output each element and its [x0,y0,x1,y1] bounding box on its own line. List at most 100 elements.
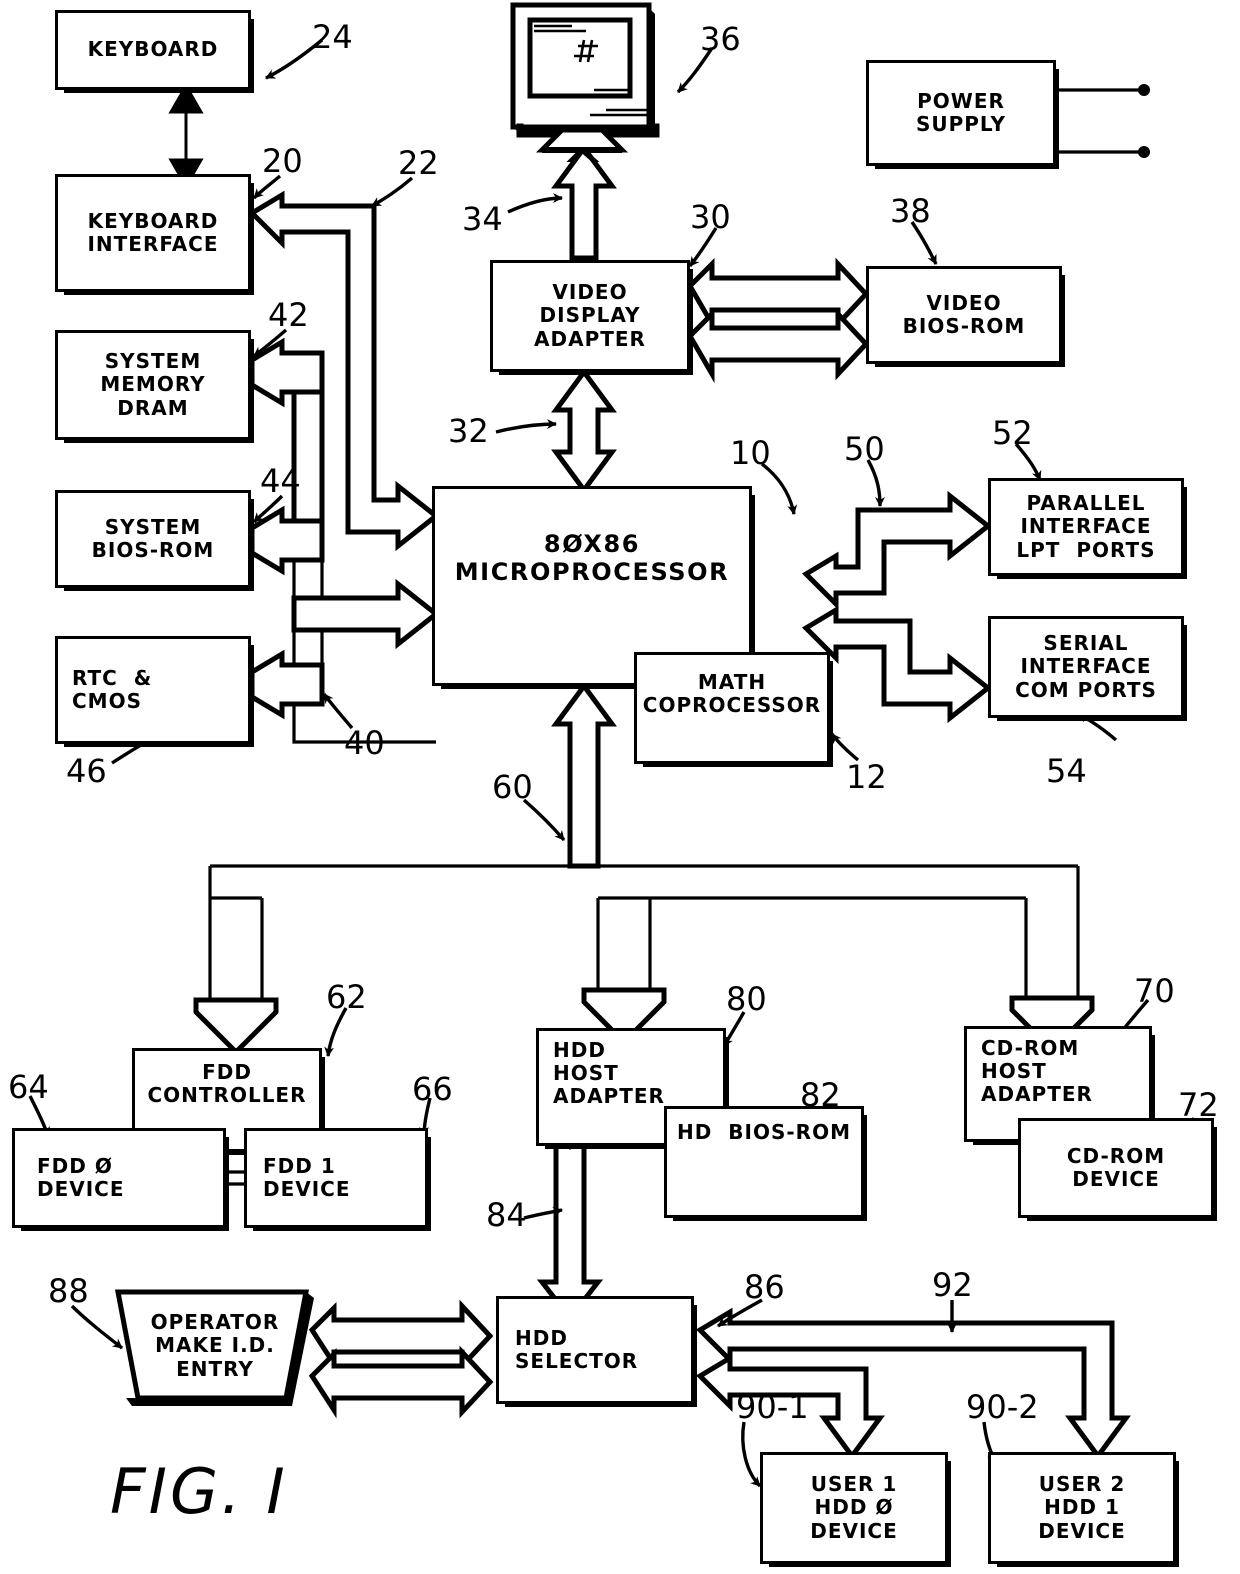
block-hdd-selector[interactable]: HDD SELECTOR [496,1296,697,1407]
block-video-bios-rom[interactable]: VIDEO BIOS-ROM [866,266,1065,367]
ref-12: 12 [846,758,887,796]
ref-90-2: 90-2 [966,1388,1039,1426]
keyboard-link [168,82,204,190]
parallel-label-3: LPT PORTS [1016,537,1156,562]
block-fdd-0-device[interactable]: FDD Ø DEVICE [12,1128,229,1231]
user-select-bus-92 [695,1307,1131,1461]
ref-72: 72 [1178,1086,1219,1124]
hdd-host-label-2: HOST [553,1061,619,1086]
hdd-selector-label-2: SELECTOR [515,1349,639,1373]
io-bus-50 [801,490,993,724]
ref-60: 60 [492,768,533,806]
ref-52: 52 [992,414,1033,452]
cdrom-host-label-2: HOST [981,1059,1047,1084]
system-bios-label-2: BIOS-ROM [91,538,215,562]
patent-figure-sheet: .hollow { fill:#fff; stroke:#000; stroke… [0,0,1240,1574]
power-supply-label-1: POWER [917,88,1005,113]
keyboard-interface-label-2: INTERFACE [87,232,219,256]
serial-label-3: COM PORTS [1015,677,1157,702]
cdrom-host-label-1: CD-ROM [981,1036,1080,1060]
block-rtc-cmos[interactable]: RTC & CMOS [55,636,254,747]
system-memory-label-1: SYSTEM [104,349,202,374]
fdd-controller-label-1: FDD [202,1060,252,1084]
ref-44: 44 [260,462,301,500]
user1-label-1: USER 1 [810,1472,898,1497]
user2-label-3: DEVICE [1038,1518,1126,1543]
video-bus-32 [551,367,617,495]
cpu-label-2: MICROPROCESSOR [454,557,730,586]
ref-34: 34 [462,200,503,238]
hd-bios-label: HD BIOS-ROM [677,1120,851,1144]
vbios-label-2: BIOS-ROM [902,314,1026,338]
block-serial-interface[interactable]: SERIAL INTERFACE COM PORTS [988,616,1187,721]
serial-label-2: INTERFACE [1020,654,1152,679]
user2-label-1: USER 2 [1038,1472,1126,1497]
ref-24: 24 [312,18,353,56]
user2-label-2: HDD 1 [1044,1495,1120,1520]
user1-label-2: HDD Ø [814,1495,894,1520]
ref-80: 80 [726,980,767,1018]
block-math-coprocessor[interactable]: MATH COPROCESSOR [634,652,833,767]
ref-36: 36 [700,20,741,58]
block-parallel-interface[interactable]: PARALLEL INTERFACE LPT PORTS [988,478,1187,579]
power-supply-label-2: SUPPLY [915,112,1007,136]
math-label-2: COPROCESSOR [642,693,822,718]
operator-label-2: MAKE I.D. [155,1333,275,1358]
block-cdrom-device[interactable]: CD-ROM DEVICE [1018,1118,1217,1221]
ref-92: 92 [932,1266,973,1304]
ref-50: 50 [844,430,885,468]
ref-62: 62 [326,978,367,1016]
ref-38: 38 [890,192,931,230]
fdd0-label-1: FDD Ø [37,1153,113,1178]
operator-selector-link [308,1299,494,1419]
block-user1-hdd0-device[interactable]: USER 1 HDD Ø DEVICE [760,1452,951,1567]
hdd-host-label-3: ADAPTER [553,1084,665,1109]
ref-30: 30 [690,198,731,236]
ref-32: 32 [448,412,489,450]
ref-40: 40 [344,724,385,762]
fdd1-label-2: DEVICE [263,1177,351,1201]
ref-64: 64 [8,1068,49,1106]
cpu-label-1: 8ØX86 [543,530,641,558]
ref-84: 84 [486,1196,527,1234]
fdd1-label-1: FDD 1 [263,1153,336,1178]
block-user2-hdd1-device[interactable]: USER 2 HDD 1 DEVICE [988,1452,1179,1567]
block-fdd-1-device[interactable]: FDD 1 DEVICE [244,1128,431,1231]
block-power-supply[interactable]: POWER SUPPLY [866,60,1059,169]
hdd-selector-label-1: HDD [515,1325,568,1350]
ref-90-1: 90-1 [736,1388,809,1426]
serial-label-1: SERIAL [1043,631,1129,656]
keyboard-label: KEYBOARD [87,37,219,62]
parallel-label-1: PARALLEL [1026,491,1146,516]
ref-20: 20 [262,142,303,180]
crt-monitor [510,2,670,166]
block-hd-bios-rom[interactable]: HD BIOS-ROM [664,1106,867,1221]
rtc-label-1: RTC & [72,665,153,690]
operator-label-3: ENTRY [176,1356,254,1381]
ref-22: 22 [398,144,439,182]
vda-label-2: DISPLAY [539,303,641,328]
block-keyboard[interactable]: KEYBOARD [55,10,254,93]
cdrom-device-label-1: CD-ROM [1066,1143,1166,1168]
block-operator-id-entry[interactable]: OPERATOR MAKE I.D. ENTRY [110,1286,320,1406]
parallel-label-2: INTERFACE [1020,514,1152,539]
system-memory-label-2: MEMORY [100,372,206,397]
ref-82: 82 [800,1076,841,1114]
rtc-label-2: CMOS [72,689,142,713]
video-bios-link-30 [686,257,870,384]
ref-88: 88 [48,1272,89,1310]
ref-66: 66 [412,1070,453,1108]
fdd0-label-2: DEVICE [37,1177,125,1201]
hdd-host-label-1: HDD [553,1038,606,1062]
user1-label-3: DEVICE [810,1518,898,1543]
monitor-cable-34 [551,143,617,261]
figure-caption: FIG. I [110,1455,288,1528]
block-keyboard-interface[interactable]: KEYBOARD INTERFACE [55,174,254,295]
keyboard-interface-label-1: KEYBOARD [87,208,219,233]
block-video-display-adapter[interactable]: VIDEO DISPLAY ADAPTER [490,260,693,375]
vbios-label-1: VIDEO [926,290,1002,315]
block-system-memory-dram[interactable]: SYSTEM MEMORY DRAM [55,330,254,443]
block-system-bios-rom[interactable]: SYSTEM BIOS-ROM [55,490,254,591]
system-bios-label-1: SYSTEM [104,514,202,539]
ref-70: 70 [1134,972,1175,1010]
